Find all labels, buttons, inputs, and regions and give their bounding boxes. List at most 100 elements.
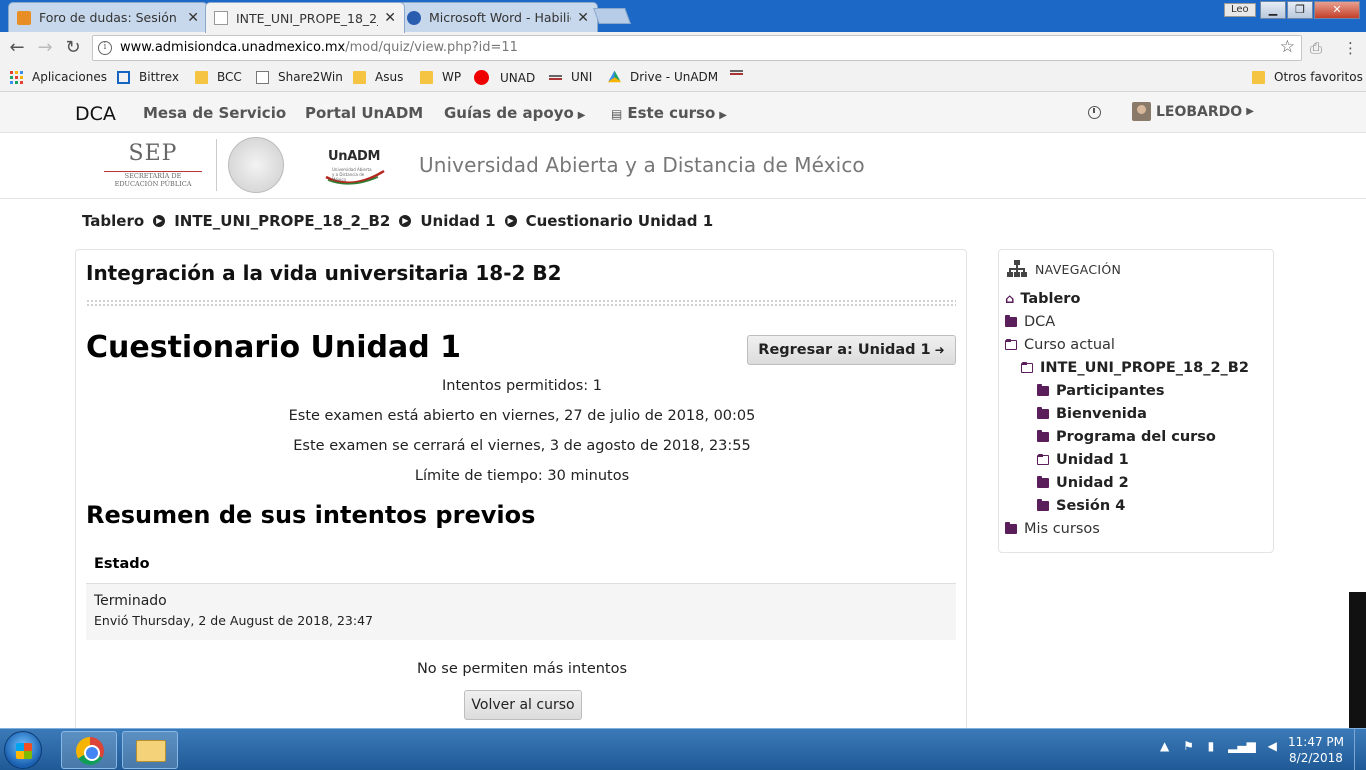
url-text[interactable]: www.admisiondca.unadmexico.mx/mod/quiz/v… bbox=[120, 40, 518, 55]
nav-item-unidad-2[interactable]: Unidad 2 bbox=[1037, 475, 1129, 491]
google-drive-icon bbox=[608, 70, 621, 83]
bookmark-label: Bittrex bbox=[139, 70, 179, 84]
bookmark-label: Drive - UnADM bbox=[630, 70, 719, 84]
nav-item-label: Tablero bbox=[1020, 291, 1081, 307]
tab-inte-uni-prope[interactable]: INTE_UNI_PROPE_18_2_B ✕ bbox=[205, 2, 405, 33]
clock-time: 11:47 PM bbox=[1288, 735, 1344, 749]
breadcrumb-quiz[interactable]: Cuestionario Unidad 1 bbox=[526, 212, 714, 230]
bookmark-other-favorites[interactable]: Otros favoritos bbox=[1252, 70, 1363, 84]
bookmark-asus[interactable]: Asus bbox=[353, 70, 403, 84]
close-tab-icon[interactable]: ✕ bbox=[384, 10, 396, 26]
user-menu[interactable]: LEOBARDO ▶ bbox=[1132, 102, 1254, 121]
close-window-button[interactable]: ✕ bbox=[1314, 1, 1360, 19]
show-desktop-button[interactable] bbox=[1354, 729, 1366, 770]
breadcrumb-unidad-1[interactable]: Unidad 1 bbox=[420, 212, 495, 230]
nav-guias-de-apoyo[interactable]: Guías de apoyo ▶ bbox=[444, 104, 586, 122]
clock-icon[interactable] bbox=[1088, 106, 1101, 119]
tab-title: Microsoft Word - Habilid bbox=[429, 10, 572, 25]
info-icon[interactable]: i bbox=[98, 41, 112, 55]
nav-item-participantes[interactable]: Participantes bbox=[1037, 383, 1165, 399]
page-icon bbox=[256, 70, 269, 84]
volume-icon[interactable]: ◀ bbox=[1268, 739, 1277, 753]
sep-logo-subtext: EDUCACIÓN PÚBLICA bbox=[114, 180, 192, 188]
breadcrumb-course[interactable]: INTE_UNI_PROPE_18_2_B2 bbox=[174, 212, 390, 230]
clock-date: 8/2/2018 bbox=[1289, 751, 1343, 765]
action-center-icon[interactable]: ⚑ bbox=[1183, 739, 1194, 753]
taskbar-chrome[interactable] bbox=[61, 731, 117, 769]
nav-label: Este curso bbox=[627, 104, 716, 122]
chrome-icon bbox=[76, 737, 104, 765]
maximize-button[interactable]: ❐ bbox=[1287, 1, 1313, 19]
nav-mesa-de-servicio[interactable]: Mesa de Servicio bbox=[143, 104, 286, 122]
navigation-block: NAVEGACIÓN ⌂ Tablero DCA Curso actual INT… bbox=[998, 249, 1274, 553]
nav-item-programa-del-curso[interactable]: Programa del curso bbox=[1037, 429, 1216, 445]
attempts-allowed: Intentos permitidos: 1 bbox=[441, 378, 603, 394]
bookmark-unnamed[interactable] bbox=[730, 70, 752, 75]
bookmark-bittrex[interactable]: Bittrex bbox=[117, 70, 179, 84]
back-to-unit-button[interactable]: Regresar a: Unidad 1 ➜ bbox=[747, 335, 956, 365]
scrollbar[interactable] bbox=[1349, 592, 1366, 728]
new-tab-button[interactable] bbox=[593, 8, 631, 24]
start-button[interactable] bbox=[4, 731, 42, 769]
bookmark-uni[interactable]: UNI bbox=[549, 70, 592, 84]
navigation-header: NAVEGACIÓN bbox=[1007, 260, 1121, 278]
nav-item-label: Curso actual bbox=[1024, 337, 1115, 353]
nav-item-mis-cursos[interactable]: Mis cursos bbox=[1005, 521, 1100, 537]
taskbar-file-explorer[interactable] bbox=[122, 731, 178, 769]
course-title: Integración a la vida universitaria 18-2… bbox=[86, 261, 562, 285]
close-tab-icon[interactable]: ✕ bbox=[577, 10, 589, 26]
taskbar-clock[interactable]: 11:47 PM 8/2/2018 bbox=[1284, 734, 1348, 766]
bookmark-label: WP bbox=[442, 70, 462, 84]
minimize-button[interactable]: ▁ bbox=[1260, 1, 1286, 19]
wikipedia-favicon-icon bbox=[407, 10, 421, 25]
nav-item-course[interactable]: INTE_UNI_PROPE_18_2_B2 bbox=[1021, 360, 1249, 376]
bookmark-star-icon[interactable]: ☆ bbox=[1280, 37, 1295, 57]
system-tray: ▲ ⚑ ▮ ▂▄▆ ◀ bbox=[1160, 739, 1277, 753]
bookmark-apps[interactable]: Aplicaciones bbox=[10, 70, 107, 84]
reload-icon[interactable]: ↻ bbox=[61, 36, 85, 60]
browser-tab-strip: Foro de dudas: Sesión 4 ✕ INTE_UNI_PROPE… bbox=[0, 0, 1366, 33]
bookmark-unad[interactable]: UNAD bbox=[474, 70, 535, 85]
pdf-extension-icon[interactable]: ⎙ bbox=[1310, 39, 1322, 57]
profile-badge[interactable]: Leo bbox=[1224, 3, 1256, 17]
folder-icon bbox=[1252, 70, 1265, 84]
tab-microsoft-word[interactable]: Microsoft Word - Habilid ✕ bbox=[398, 2, 598, 32]
close-tab-icon[interactable]: ✕ bbox=[187, 10, 199, 26]
nav-item-curso-actual[interactable]: Curso actual bbox=[1005, 337, 1115, 353]
folder-open-icon bbox=[1037, 454, 1049, 465]
nav-portal-unadm[interactable]: Portal UnADM bbox=[305, 104, 423, 122]
nav-item-bienvenida[interactable]: Bienvenida bbox=[1037, 406, 1147, 422]
nav-item-sesion-4[interactable]: Sesión 4 bbox=[1037, 498, 1125, 514]
forward-arrow-icon[interactable]: → bbox=[33, 36, 57, 60]
return-to-course-button[interactable]: Volver al curso bbox=[464, 690, 582, 720]
university-title: Universidad Abierta y a Distancia de Méx… bbox=[419, 153, 865, 177]
show-hidden-icons-icon[interactable]: ▲ bbox=[1160, 739, 1169, 753]
bookmark-label: Asus bbox=[375, 70, 404, 84]
site-header: SEP SECRETARÍA DE EDUCACIÓN PÚBLICA UnAD… bbox=[0, 133, 1366, 199]
caret-right-icon: ▶ bbox=[577, 110, 586, 121]
chevron-circle-right-icon: ▶ bbox=[399, 215, 412, 227]
breadcrumb-tablero[interactable]: Tablero bbox=[82, 212, 144, 230]
tab-title: Foro de dudas: Sesión 4 bbox=[39, 10, 182, 25]
menu-kebab-icon[interactable]: ⋮ bbox=[1343, 39, 1358, 57]
bookmark-share2win[interactable]: Share2Win bbox=[256, 70, 343, 84]
brand-link[interactable]: DCA bbox=[75, 103, 116, 125]
bookmark-bcc[interactable]: BCC bbox=[195, 70, 242, 84]
unadm-favicon-icon bbox=[214, 11, 228, 25]
bookmark-label: Aplicaciones bbox=[32, 70, 107, 84]
nav-item-dca[interactable]: DCA bbox=[1005, 314, 1055, 330]
bookmark-label: UNI bbox=[571, 70, 593, 84]
time-limit: Límite de tiempo: 30 minutos bbox=[414, 468, 630, 484]
tab-foro-de-dudas[interactable]: Foro de dudas: Sesión 4 ✕ bbox=[8, 2, 208, 32]
url-host: www.admisiondca.unadmexico.mx bbox=[120, 40, 346, 55]
battery-icon[interactable]: ▮ bbox=[1208, 739, 1215, 753]
bookmark-wp[interactable]: WP bbox=[420, 70, 461, 84]
bookmark-drive-unadm[interactable]: Drive - UnADM bbox=[608, 70, 718, 84]
nav-este-curso[interactable]: ▤ Este curso ▶ bbox=[611, 104, 727, 122]
network-signal-icon[interactable]: ▂▄▆ bbox=[1228, 739, 1256, 753]
back-arrow-icon[interactable]: ← bbox=[5, 36, 29, 60]
apps-grid-icon bbox=[10, 70, 23, 84]
address-bar[interactable]: i www.admisiondca.unadmexico.mx/mod/quiz… bbox=[92, 35, 1302, 61]
nav-item-unidad-1[interactable]: Unidad 1 bbox=[1037, 452, 1129, 468]
nav-item-tablero[interactable]: ⌂ Tablero bbox=[1005, 291, 1080, 307]
